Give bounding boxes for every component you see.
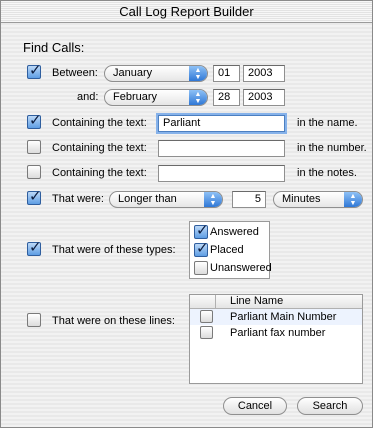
start-month-value: January [113, 67, 153, 79]
name-filter-checkbox[interactable] [27, 111, 42, 129]
placed-checkbox[interactable] [194, 239, 209, 257]
and-label: and: [77, 91, 99, 103]
duration-comparison-value: Longer than [118, 193, 177, 205]
cancel-button[interactable]: Cancel [223, 397, 287, 415]
end-year-field[interactable]: 2003 [243, 89, 285, 106]
placed-label: Placed [210, 244, 244, 256]
unanswered-label: Unanswered [210, 262, 272, 274]
notes-filter-suffix: in the notes. [297, 167, 357, 179]
up-down-arrows-icon: ▲ ▼ [204, 192, 222, 207]
answered-label: Answered [210, 226, 259, 238]
number-filter-checkbox[interactable] [27, 140, 41, 154]
number-filter-label: Containing the text: [52, 142, 147, 154]
lines-label: That were on these lines: [52, 315, 175, 327]
notes-filter-label: Containing the text: [52, 167, 147, 179]
name-filter-label: Containing the text: [52, 117, 147, 129]
line-row-checkbox[interactable] [200, 310, 213, 323]
answered-checkbox[interactable] [194, 221, 209, 239]
lines-checkbox[interactable] [27, 313, 41, 327]
duration-amount-field[interactable]: 5 [232, 191, 266, 208]
name-filter-suffix: in the name. [297, 117, 358, 129]
start-month-popup[interactable]: January ▲ ▼ [104, 65, 208, 82]
lines-table-header: Line Name [190, 295, 362, 309]
up-down-arrows-icon: ▲ ▼ [189, 90, 207, 105]
up-down-arrows-icon: ▲ ▼ [189, 66, 207, 81]
notes-filter-checkbox[interactable] [27, 165, 41, 179]
find-calls-title: Find Calls: [23, 40, 85, 55]
types-label: That were of these types: [52, 244, 176, 256]
lines-table[interactable]: Line Name Parliant Main Number Parliant … [189, 294, 363, 384]
duration-label: That were: [52, 193, 104, 205]
call-types-group: Answered Placed Unanswered [189, 221, 272, 279]
search-button[interactable]: Search [297, 397, 363, 415]
line-name-column-header[interactable]: Line Name [230, 295, 283, 308]
end-month-popup[interactable]: February ▲ ▼ [104, 89, 208, 106]
number-text-field[interactable] [158, 140, 285, 157]
report-builder-window: Call Log Report Builder Find Calls: Betw… [0, 0, 373, 428]
duration-comparison-popup[interactable]: Longer than ▲ ▼ [109, 191, 223, 208]
column-separator [215, 295, 216, 309]
start-year-field[interactable]: 2003 [243, 65, 285, 82]
end-day-field[interactable]: 28 [213, 89, 240, 106]
duration-unit-value: Minutes [282, 193, 321, 205]
unanswered-checkbox[interactable] [194, 261, 208, 275]
start-day-field[interactable]: 01 [213, 65, 240, 82]
types-checkbox[interactable] [27, 238, 42, 256]
table-row[interactable]: Parliant Main Number [190, 309, 362, 325]
table-row[interactable]: Parliant fax number [190, 325, 362, 341]
line-name: Parliant fax number [230, 327, 326, 339]
between-checkbox[interactable] [27, 61, 42, 79]
up-down-arrows-icon: ▲ ▼ [344, 192, 362, 207]
duration-checkbox[interactable] [27, 187, 42, 205]
window-title: Call Log Report Builder [1, 1, 372, 23]
line-row-checkbox[interactable] [200, 326, 213, 339]
line-name: Parliant Main Number [230, 311, 337, 323]
end-month-value: February [113, 91, 158, 103]
name-text-field[interactable]: Parliant [158, 115, 285, 132]
between-label: Between: [52, 67, 98, 79]
number-filter-suffix: in the number. [297, 142, 367, 154]
notes-text-field[interactable] [158, 165, 285, 182]
duration-unit-popup[interactable]: Minutes ▲ ▼ [273, 191, 363, 208]
